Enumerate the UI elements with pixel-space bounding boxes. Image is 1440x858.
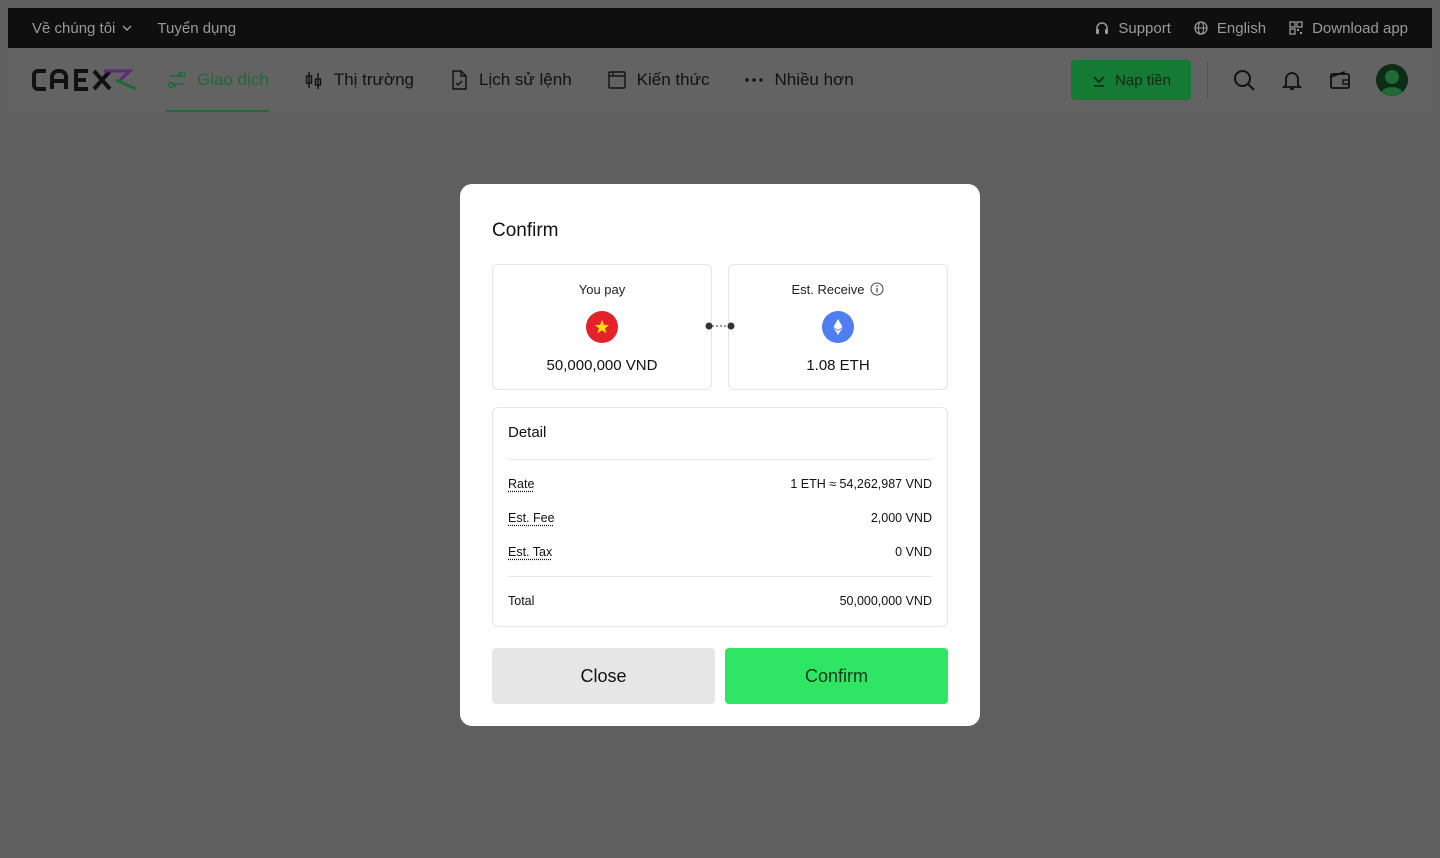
dialog-actions: Close Confirm bbox=[492, 648, 948, 704]
dialog-title: Confirm bbox=[492, 220, 559, 241]
caex-logo[interactable] bbox=[32, 67, 138, 93]
deposit-button[interactable]: Nạp tiền bbox=[1071, 60, 1191, 100]
pay-card: You pay 50,000,000 VND bbox=[492, 264, 712, 390]
tax-label[interactable]: Est. Tax bbox=[508, 545, 552, 559]
detail-row-total: Total 50,000,000 VND bbox=[508, 577, 932, 625]
logo-mark bbox=[32, 69, 137, 91]
receive-amount: 1.08 ETH bbox=[806, 357, 870, 374]
total-value: 50,000,000 VND bbox=[839, 594, 932, 608]
total-label: Total bbox=[508, 594, 535, 608]
receive-card: Est. Receive 1.08 ETH bbox=[728, 264, 948, 390]
top-bar: Về chúng tôi Tuyển dụng Support English bbox=[8, 8, 1432, 48]
nav-item-label: Thị trường bbox=[333, 70, 414, 89]
info-icon[interactable] bbox=[870, 282, 884, 296]
ethereum-icon bbox=[822, 311, 854, 343]
nav-item-more[interactable]: Nhiều hơn bbox=[743, 48, 854, 112]
swap-summary: You pay 50,000,000 VND Est. Receive 1.08… bbox=[492, 264, 948, 390]
rate-value: 1 ETH ≈ 54,262,987 VND bbox=[790, 477, 932, 491]
nav-item-label: Giao dịch bbox=[197, 70, 269, 89]
qr-code-icon bbox=[1288, 20, 1304, 36]
support-link[interactable]: Support bbox=[1094, 20, 1171, 37]
detail-title: Detail bbox=[508, 408, 932, 460]
globe-icon bbox=[1193, 20, 1209, 36]
nav-item-knowledge[interactable]: Kiến thức bbox=[606, 48, 710, 112]
book-icon bbox=[606, 69, 628, 91]
search-icon[interactable] bbox=[1232, 68, 1256, 92]
pay-label: You pay bbox=[578, 281, 626, 297]
close-button[interactable]: Close bbox=[492, 648, 715, 704]
language-selector[interactable]: English bbox=[1193, 20, 1266, 37]
receive-label-row: Est. Receive bbox=[792, 281, 885, 297]
fee-value: 2,000 VND bbox=[870, 511, 932, 525]
avatar[interactable] bbox=[1376, 64, 1408, 96]
receive-label: Est. Receive bbox=[791, 281, 865, 297]
candlestick-icon bbox=[303, 69, 325, 91]
nav-item-trade[interactable]: Giao dịch bbox=[166, 48, 269, 112]
language-label: English bbox=[1216, 19, 1267, 37]
tax-value: 0 VND bbox=[895, 545, 932, 559]
fee-label[interactable]: Est. Fee bbox=[508, 511, 555, 525]
nav-item-label: Lịch sử lệnh bbox=[479, 70, 572, 89]
swap-connector bbox=[704, 321, 736, 331]
document-icon bbox=[448, 69, 470, 91]
headphones-icon bbox=[1094, 20, 1110, 36]
vietnam-flag-icon bbox=[586, 311, 618, 343]
download-label: Download app bbox=[1312, 19, 1408, 37]
careers-link[interactable]: Tuyển dụng bbox=[157, 20, 236, 37]
rate-label[interactable]: Rate bbox=[508, 477, 534, 491]
nav-item-label: Nhiều hơn bbox=[774, 70, 854, 89]
detail-row-fee: Est. Fee 2,000 VND bbox=[508, 501, 932, 535]
chevron-down-icon bbox=[121, 22, 133, 34]
detail-rows: Rate 1 ETH ≈ 54,262,987 VND Est. Fee 2,0… bbox=[508, 460, 932, 577]
download-app-link[interactable]: Download app bbox=[1288, 20, 1408, 37]
nav-item-order-history[interactable]: Lịch sử lệnh bbox=[448, 48, 572, 112]
confirm-dialog: Confirm You pay 50,000,000 VND Est. Rece… bbox=[460, 184, 980, 726]
support-label: Support bbox=[1118, 19, 1171, 37]
about-menu[interactable]: Về chúng tôi bbox=[32, 20, 133, 37]
user-icon bbox=[1381, 70, 1403, 96]
wallet-icon[interactable] bbox=[1328, 68, 1352, 92]
about-label: Về chúng tôi bbox=[32, 19, 116, 37]
more-icon bbox=[743, 69, 765, 91]
nav-item-market[interactable]: Thị trường bbox=[303, 48, 414, 112]
detail-panel: Detail Rate 1 ETH ≈ 54,262,987 VND Est. … bbox=[492, 407, 948, 627]
download-arrow-icon bbox=[1091, 72, 1107, 88]
swap-icon bbox=[166, 69, 188, 91]
deposit-label: Nạp tiền bbox=[1115, 71, 1171, 89]
nav-divider bbox=[1207, 62, 1208, 98]
main-nav: Giao dịch Thị trường Lịch sử lệnh Kiến t… bbox=[8, 48, 1432, 112]
detail-row-rate: Rate 1 ETH ≈ 54,262,987 VND bbox=[508, 467, 932, 501]
confirm-button[interactable]: Confirm bbox=[725, 648, 948, 704]
detail-row-tax: Est. Tax 0 VND bbox=[508, 535, 932, 569]
bell-icon[interactable] bbox=[1280, 68, 1304, 92]
pay-amount: 50,000,000 VND bbox=[546, 357, 658, 374]
nav-item-label: Kiến thức bbox=[636, 70, 710, 89]
